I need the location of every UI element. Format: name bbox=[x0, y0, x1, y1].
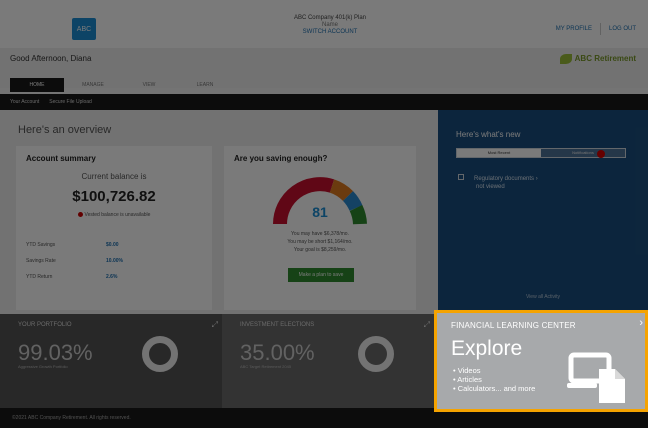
whats-new-item-text: Regulatory documents bbox=[474, 176, 535, 182]
make-plan-button[interactable]: Make a plan to save bbox=[288, 268, 354, 282]
balance-value: $100,726.82 bbox=[72, 188, 156, 205]
savings-line: You may be short $1,164/mo. bbox=[287, 239, 353, 245]
flc-heading: Explore bbox=[451, 337, 523, 360]
toggle-notifications-label: Notifications bbox=[572, 150, 594, 155]
view-all-activity-link[interactable]: View all Activity bbox=[438, 294, 648, 300]
top-bar: ABC ABC Company 401(k) Plan Name SWITCH … bbox=[0, 0, 648, 48]
whats-new-panel bbox=[438, 110, 648, 314]
tab-manage[interactable]: MANAGE bbox=[66, 78, 120, 92]
portfolio-sub: Aggressive Growth Portfolio bbox=[18, 364, 68, 369]
stat-value[interactable]: $0.00 bbox=[106, 242, 119, 248]
plan-name: ABC Company 401(k) Plan bbox=[293, 15, 367, 21]
elections-title: INVESTMENT ELECTIONS bbox=[240, 322, 315, 328]
switch-account-link[interactable]: SWITCH ACCOUNT bbox=[250, 29, 410, 36]
saving-enough-title: Are you saving enough? bbox=[234, 154, 328, 163]
whats-new-item-sub: not viewed bbox=[476, 184, 505, 190]
plan-sub: Name bbox=[321, 22, 338, 28]
stat-row: Savings Rate 10.00% bbox=[26, 258, 123, 264]
tab-learn[interactable]: LEARN bbox=[178, 78, 232, 92]
devices-icon bbox=[567, 352, 625, 403]
toggle-notifications[interactable]: Notifications bbox=[541, 149, 625, 158]
subnav-file-upload[interactable]: Secure File Upload bbox=[49, 99, 92, 105]
balance-label: Current balance is bbox=[81, 172, 147, 181]
my-profile-link[interactable]: MY PROFILE bbox=[556, 26, 592, 32]
saving-enough-card: Are you saving enough? 81 You may have $… bbox=[224, 146, 416, 310]
main-tabs: HOME MANAGE VIEW LEARN bbox=[10, 78, 232, 92]
stat-label: YTD Return bbox=[26, 274, 53, 280]
divider bbox=[599, 23, 601, 35]
balance-note-text: Vested balance is unavailable bbox=[84, 212, 151, 218]
leaf-icon bbox=[559, 54, 572, 64]
alert-dot-icon bbox=[77, 212, 83, 218]
flc-item-articles: Articles bbox=[453, 375, 535, 384]
savings-score: 81 bbox=[312, 204, 328, 220]
toggle-most-recent[interactable]: Most Recent bbox=[457, 149, 541, 157]
stat-label: YTD Savings bbox=[26, 242, 56, 248]
elections-tile[interactable]: INVESTMENT ELECTIONS 35.00% ABC Target R… bbox=[222, 314, 434, 408]
account-summary-title: Account summary bbox=[26, 154, 96, 163]
elections-pct: 35.00% bbox=[240, 340, 315, 365]
stat-label: Savings Rate bbox=[26, 258, 56, 264]
sub-navigation: Your Account Secure File Upload bbox=[0, 94, 648, 110]
financial-learning-center-tile[interactable]: FINANCIAL LEARNING CENTER › Explore Vide… bbox=[434, 310, 648, 412]
portfolio-ring-icon bbox=[142, 336, 178, 372]
chevron-right-icon[interactable]: › bbox=[639, 317, 643, 329]
tab-home[interactable]: HOME bbox=[10, 78, 64, 92]
tab-view[interactable]: VIEW bbox=[122, 78, 176, 92]
expand-icon[interactable]: ⤢ bbox=[212, 320, 218, 330]
portfolio-pct: 99.03% bbox=[18, 340, 93, 365]
logout-link[interactable]: LOG OUT bbox=[609, 26, 636, 32]
flc-list: Videos Articles Calculators... and more bbox=[453, 366, 535, 393]
notification-badge bbox=[597, 150, 605, 158]
stat-value[interactable]: 2.6% bbox=[106, 274, 117, 280]
flc-item-videos: Videos bbox=[453, 366, 535, 375]
flc-item-calculators: Calculators... and more bbox=[453, 384, 536, 393]
document-icon bbox=[458, 174, 464, 180]
plan-info: ABC Company 401(k) Plan Name SWITCH ACCO… bbox=[250, 15, 410, 36]
top-links: MY PROFILE LOG OUT bbox=[556, 23, 636, 35]
portfolio-tile[interactable]: YOUR PORTFOLIO 99.03% Aggressive Growth … bbox=[0, 314, 222, 408]
portfolio-title: YOUR PORTFOLIO bbox=[18, 322, 72, 328]
whats-new-title: Here's what's new bbox=[456, 130, 521, 139]
savings-line: Your goal is $8,259/mo. bbox=[293, 247, 347, 253]
company-logo[interactable]: ABC bbox=[72, 18, 96, 40]
account-summary-card: Account summary Current balance is $100,… bbox=[16, 146, 212, 310]
stat-row: YTD Return 2.6% bbox=[26, 274, 123, 280]
greeting-text: Good Afternoon, Diana bbox=[10, 54, 92, 63]
overview-title: Here's an overview bbox=[18, 124, 112, 136]
whats-new-item[interactable]: Regulatory documents › not viewed bbox=[458, 174, 538, 191]
subnav-your-account[interactable]: Your Account bbox=[10, 99, 39, 105]
stat-row: YTD Savings $0.00 bbox=[26, 242, 123, 248]
whats-new-toggle: Most Recent Notifications bbox=[456, 148, 626, 158]
elections-ring-icon bbox=[358, 336, 394, 372]
expand-icon[interactable]: ⤢ bbox=[424, 320, 430, 330]
savings-lines: You may have $6,378/mo. You may be short… bbox=[224, 230, 416, 254]
account-stats: YTD Savings $0.00 Savings Rate 10.00% YTD … bbox=[26, 242, 123, 290]
savings-line: You may have $6,378/mo. bbox=[291, 231, 349, 237]
brand-logo: ABC Retirement bbox=[559, 54, 636, 64]
stat-value[interactable]: 10.00% bbox=[106, 258, 123, 264]
balance-note: Vested balance is unavailable bbox=[16, 212, 212, 218]
elections-sub: ABC Target Retirement 2045 bbox=[240, 364, 292, 369]
brand-name: ABC Retirement bbox=[574, 54, 636, 64]
flc-title: FINANCIAL LEARNING CENTER bbox=[451, 321, 576, 330]
